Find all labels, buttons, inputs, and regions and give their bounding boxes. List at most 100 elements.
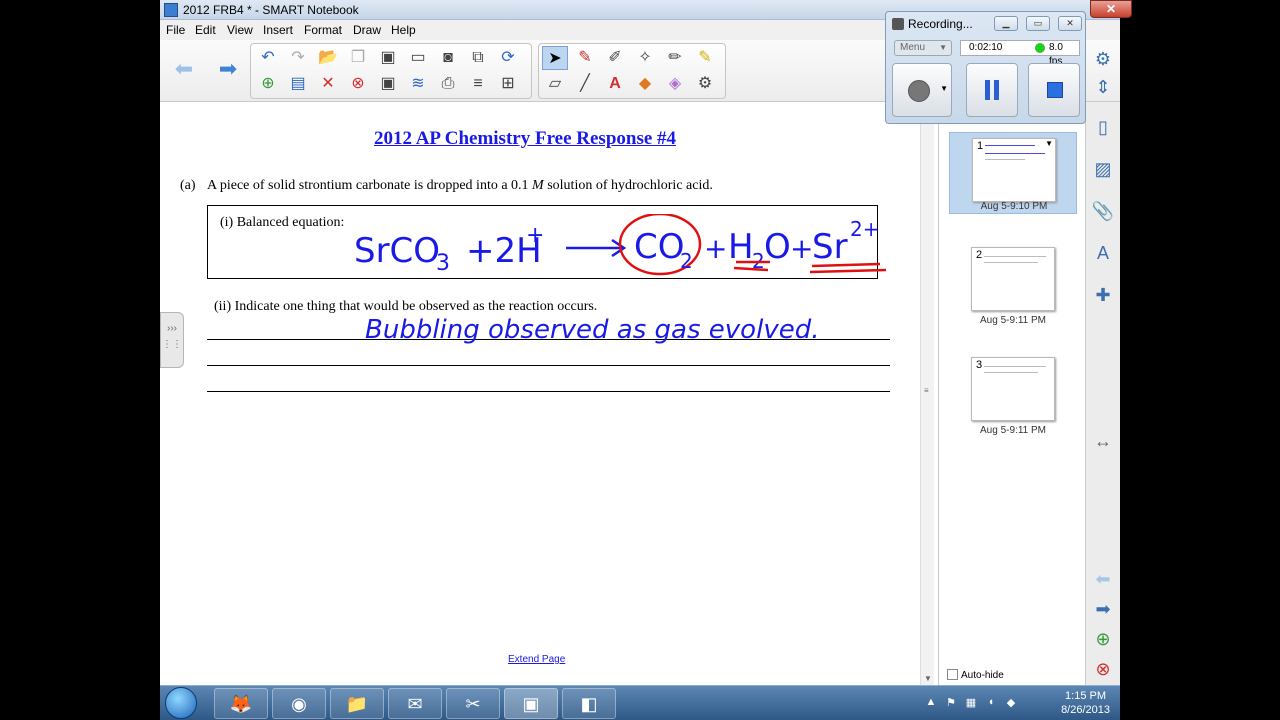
pen-tool-icon[interactable]: ✏ (662, 46, 688, 70)
page-sorter-tab-icon[interactable]: ▯ (1090, 114, 1116, 140)
show-hidden-icons-icon[interactable]: ▲ (924, 696, 938, 710)
tray-app-icon[interactable]: ◆ (1004, 696, 1018, 710)
thumbnail-menu-icon[interactable]: ▼ (1045, 139, 1053, 148)
attachments-tab-icon[interactable]: 📎 (1090, 198, 1116, 224)
delete-page-icon[interactable]: ⊗ (1090, 656, 1116, 682)
checkbox-box[interactable] (947, 669, 958, 680)
smart-notebook-taskbar-icon[interactable]: ▣ (504, 688, 558, 719)
display-screen-icon[interactable]: ▣ (375, 72, 401, 96)
snipping-taskbar-icon[interactable]: ✂ (446, 688, 500, 719)
eraser-icon[interactable]: ▱ (542, 72, 568, 96)
recorder-minimize-button[interactable]: ▁ (994, 16, 1018, 31)
menu-draw[interactable]: Draw (353, 23, 381, 37)
save-icon[interactable]: ▤ (285, 72, 311, 96)
ink-reaction-arrow (566, 238, 627, 258)
stop-button[interactable] (1028, 63, 1080, 117)
canvas-scrollbar[interactable]: ▲ ≡ ▼ (920, 102, 934, 685)
ink-plus-2: + (790, 232, 813, 265)
screen-shade-icon[interactable]: ▣ (375, 46, 401, 70)
recorder-maximize-button[interactable]: ▭ (1026, 16, 1050, 31)
ink-red-underline-sr (809, 262, 887, 274)
properties-icon[interactable]: ≡ (465, 72, 491, 96)
menu-format[interactable]: Format (304, 23, 342, 37)
chrome-taskbar-icon[interactable]: ◉ (272, 688, 326, 719)
recorder-app-icon (892, 18, 904, 30)
extend-page-link[interactable]: Extend Page (508, 654, 565, 665)
highlighter-icon[interactable]: ✎ (692, 46, 718, 70)
record-button[interactable]: ▼ (892, 63, 952, 117)
undo-icon[interactable]: ↶ (255, 46, 281, 70)
pause-button[interactable] (966, 63, 1018, 117)
network-icon[interactable]: ▦ (964, 696, 978, 710)
recorder-menu-dropdown[interactable]: Menu ▼ (894, 40, 952, 56)
menu-edit[interactable]: Edit (195, 23, 216, 37)
resize-sidebar-icon[interactable]: ↔ (1090, 428, 1116, 454)
thumb-line (985, 153, 1045, 154)
menu-help[interactable]: Help (391, 23, 416, 37)
page-number: 3 (976, 359, 983, 371)
page-title: 2012 AP Chemistry Free Response #4 (374, 128, 677, 149)
page-number: 2 (976, 249, 983, 261)
recorder-taskbar-icon[interactable]: ◧ (562, 688, 616, 719)
properties-tab-icon[interactable]: A (1090, 240, 1116, 266)
move-sidebar-icon[interactable]: ⇕ (1090, 74, 1116, 100)
transparent-mode-icon[interactable]: ≋ (405, 72, 431, 96)
next-page-icon[interactable]: ➡ (1090, 596, 1116, 622)
handwritten-answer[interactable]: Bubbling observed as gas evolved. (365, 310, 835, 360)
menu-file[interactable]: File (166, 23, 185, 37)
next-page-arrow-icon[interactable]: ➡ (210, 54, 246, 84)
full-screen-icon[interactable]: ▭ (405, 46, 431, 70)
action-center-icon[interactable]: ⚑ (944, 696, 958, 710)
print-icon[interactable]: ⎙ (435, 72, 461, 96)
taskbar-clock[interactable]: 1:15 PM 8/26/2013 (1061, 689, 1110, 717)
addons-tab-icon[interactable]: ✚ (1090, 282, 1116, 308)
menu-view[interactable]: View (227, 23, 253, 37)
magic-pen-icon[interactable]: ✧ (632, 46, 658, 70)
page-thumbnail-3[interactable]: 3 Aug 5-9:11 PM (949, 352, 1077, 436)
page-thumbnail-1[interactable]: 1 ▼ Aug 5-9:10 PM (949, 132, 1077, 214)
recorder-status-bar: 0:02:10 8.0 fps (960, 40, 1080, 67)
toolbar-group-tools: ➤ ✎ ✐ ✧ ✏ ✎ ▱ ╱ A ◆ ◈ ⚙ (538, 43, 726, 99)
document-camera-icon[interactable]: ⧉ (465, 46, 491, 70)
text-tool-icon[interactable]: A (602, 72, 628, 96)
window-close-button[interactable]: ✕ (1090, 0, 1132, 18)
paste-icon[interactable]: ❐ (345, 46, 371, 70)
thumb-line (985, 145, 1035, 146)
page-thumbnail-2[interactable]: 2 Aug 5-9:11 PM (949, 242, 1077, 326)
select-tool-icon[interactable]: ➤ (542, 46, 568, 70)
window-title: 2012 FRB4 * - SMART Notebook (183, 3, 359, 17)
menu-insert[interactable]: Insert (263, 23, 293, 37)
add-page-icon[interactable]: ⊕ (255, 72, 281, 96)
volume-icon[interactable]: ◖ (984, 696, 998, 710)
creative-pen-icon[interactable]: ✐ (602, 46, 628, 70)
fill-tool-icon[interactable]: ◈ (662, 72, 688, 96)
recorder-close-button[interactable]: ✕ (1058, 16, 1082, 31)
properties-tool-icon[interactable]: ⚙ (692, 72, 718, 96)
open-file-icon[interactable]: 📂 (315, 46, 341, 70)
shapes-tool-icon[interactable]: ◆ (632, 72, 658, 96)
add-page-icon[interactable]: ⊕ (1090, 626, 1116, 652)
gallery-tab-icon[interactable]: ▨ (1090, 156, 1116, 182)
outlook-taskbar-icon[interactable]: ✉ (388, 688, 442, 719)
scroll-down-arrow-icon[interactable]: ▼ (924, 674, 932, 683)
delete-page-icon[interactable]: ⊗ (345, 72, 371, 96)
firefox-taskbar-icon[interactable]: 🦊 (214, 688, 268, 719)
previous-page-icon[interactable]: ⬅ (1090, 566, 1116, 592)
line-tool-icon[interactable]: ╱ (572, 72, 598, 96)
record-options-chevron-icon[interactable]: ▼ (940, 84, 948, 93)
table-icon[interactable]: ⊞ (495, 72, 521, 96)
previous-page-arrow-icon[interactable]: ⬅ (166, 54, 202, 84)
system-tray: ▲ ⚑ ▦ ◖ ◆ 1:15 PM 8/26/2013 (920, 686, 1120, 720)
auto-hide-checkbox[interactable]: Auto-hide (947, 669, 1004, 681)
handwritten-equation[interactable]: SrCO 3 +2H + CO 2 + H 2 O + Sr 2+ (350, 214, 890, 280)
explorer-taskbar-icon[interactable]: 📁 (330, 688, 384, 719)
screen-capture-icon[interactable]: ◙ (435, 46, 461, 70)
collapse-handle-tab[interactable]: ››› ⋮⋮ (160, 312, 184, 368)
start-button[interactable] (165, 687, 197, 719)
pens-tool-icon[interactable]: ✎ (572, 46, 598, 70)
clear-page-icon[interactable]: ⟳ (495, 46, 521, 70)
delete-icon[interactable]: ✕ (315, 72, 341, 96)
settings-gear-icon[interactable]: ⚙ (1090, 46, 1116, 72)
scroll-grip-icon[interactable]: ≡ (924, 386, 929, 395)
redo-icon[interactable]: ↷ (285, 46, 311, 70)
